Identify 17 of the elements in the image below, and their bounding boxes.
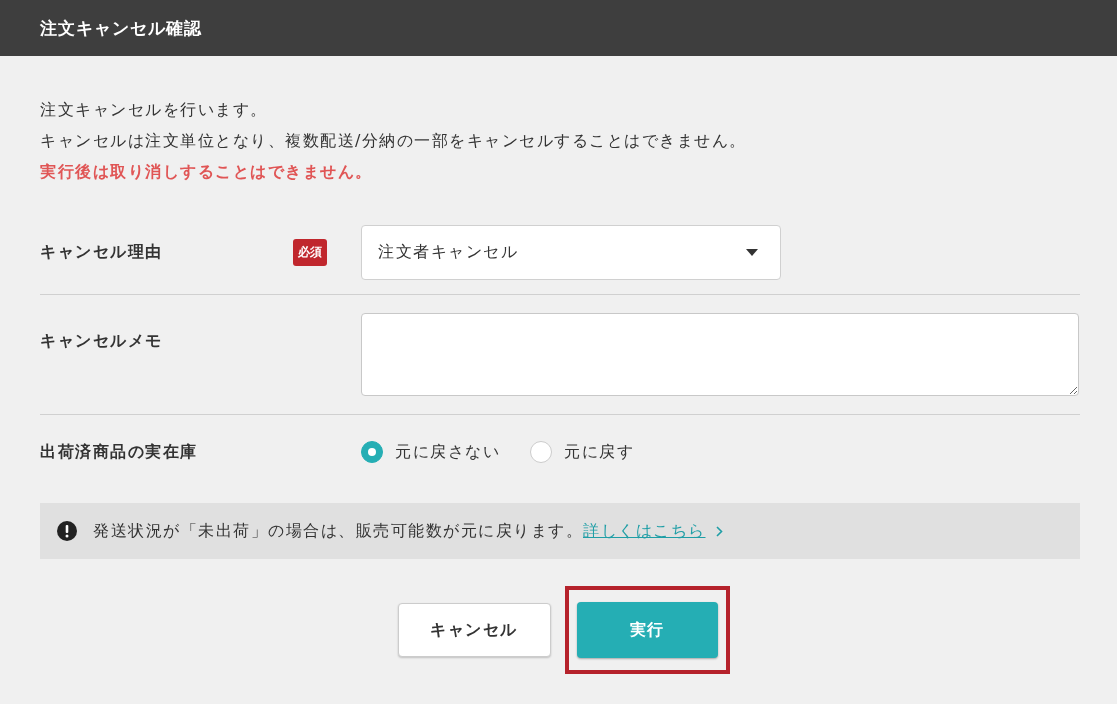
dialog-title: 注文キャンセル確認 — [40, 16, 202, 40]
exclamation-icon — [57, 521, 77, 541]
description-text: キャンセルは注文単位となり、複数配送/分納の一部をキャンセルすることはできません。 — [40, 130, 748, 152]
description-text: 注文キャンセルを行います。 — [40, 99, 269, 121]
field-label: キャンセル理由 — [40, 242, 164, 263]
field-label: キャンセルメモ — [40, 330, 164, 352]
cancel-button[interactable]: キャンセル — [397, 603, 551, 657]
memo-field[interactable] — [361, 313, 1079, 396]
required-badge: 必須 — [293, 239, 327, 266]
radio-option[interactable]: 元に戻す — [530, 441, 634, 463]
warning-text: 実行後は取り消しすることはできません。 — [40, 161, 374, 183]
reason-select[interactable]: 注文者キャンセル — [361, 225, 781, 280]
field-label: 出荷済商品の実在庫 — [40, 441, 199, 463]
notice-text: 発送状況が「未出荷」の場合は、販売可能数が元に戻ります。 — [93, 520, 583, 542]
radio-option[interactable]: 元に戻さない — [361, 441, 500, 463]
chevron-right-icon — [715, 525, 723, 537]
dropdown-caret-icon — [746, 249, 758, 256]
